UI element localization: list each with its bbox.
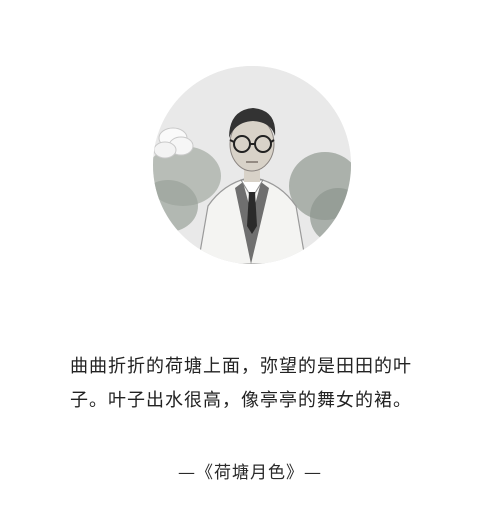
quote-text: 曲曲折折的荷塘上面，弥望的是田田的叶 子。叶子出水很高，像亭亭的舞女的裙。 bbox=[70, 350, 440, 418]
quote-line: 曲曲折折的荷塘上面，弥望的是田田的叶 bbox=[70, 356, 412, 377]
source-attribution: —《荷塘月色》— bbox=[178, 463, 322, 483]
portrait-drawing bbox=[153, 66, 351, 264]
portrait-illustration bbox=[153, 66, 351, 264]
quote-line: 子。叶子出水很高，像亭亭的舞女的裙。 bbox=[70, 390, 412, 411]
